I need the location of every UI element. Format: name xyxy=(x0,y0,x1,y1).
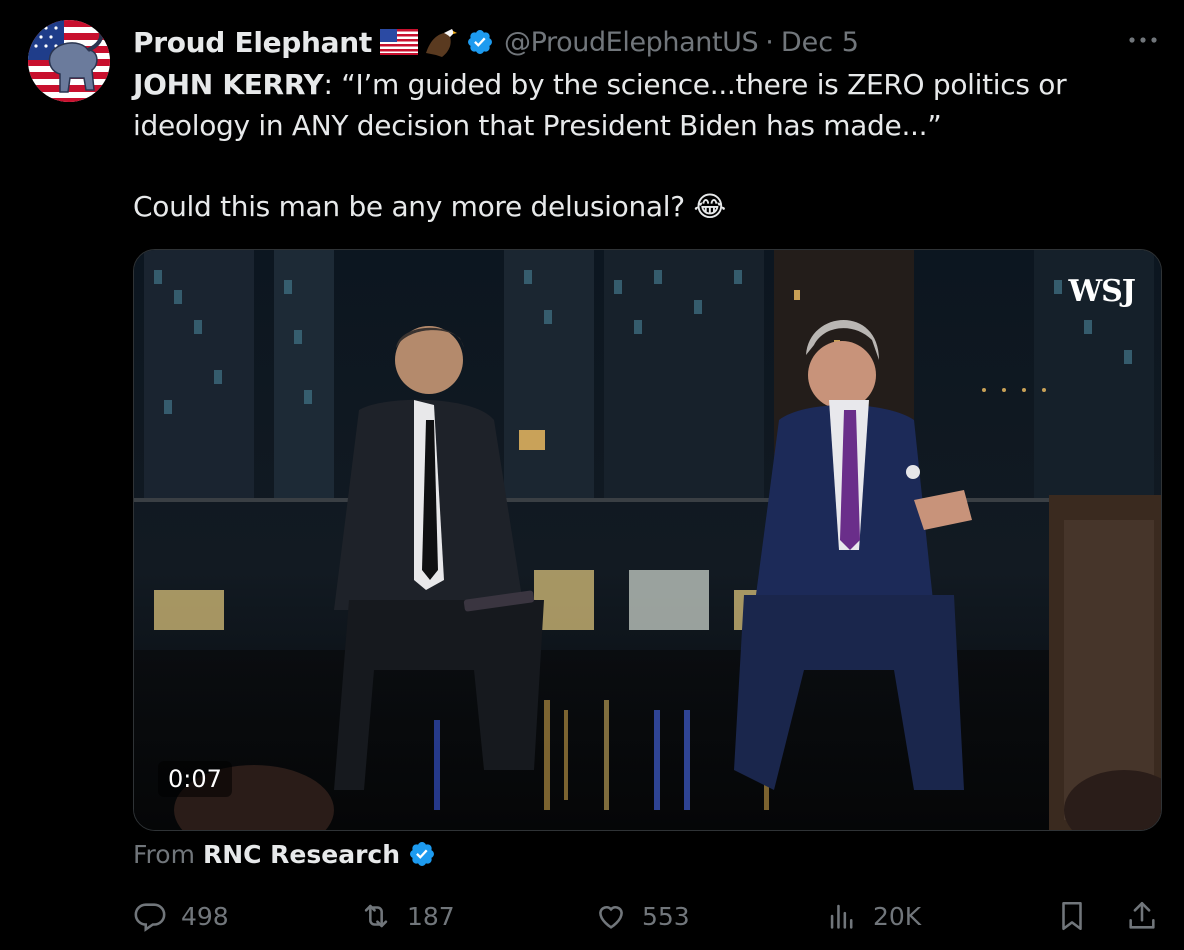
laughing-emoji: 😂 xyxy=(693,190,726,223)
views-count: 20K xyxy=(873,901,922,931)
share-button[interactable] xyxy=(1125,893,1159,939)
video-attribution: From RNC Research xyxy=(133,836,436,872)
us-flag-icon xyxy=(380,29,418,55)
tweet-comment-paragraph: Could this man be any more delusional? 😂 xyxy=(133,186,1133,227)
bookmark-icon xyxy=(1062,901,1082,931)
like-button[interactable]: 553 xyxy=(594,893,690,939)
tweet-text: JOHN KERRY: “I’m guided by the science..… xyxy=(133,64,1133,227)
tweet-header: Proud Elephant @ProudElephantUS · Dec 5 xyxy=(133,22,859,62)
reply-button[interactable]: 498 xyxy=(133,893,229,939)
reply-icon xyxy=(134,903,166,932)
reply-count: 498 xyxy=(181,901,229,931)
tweet-comment: Could this man be any more delusional? xyxy=(133,190,694,223)
repost-count: 187 xyxy=(407,901,455,931)
bookmark-button[interactable] xyxy=(1055,893,1089,939)
share-icon xyxy=(1129,901,1155,929)
tweet-actions: 498 187 553 20K xyxy=(133,893,1163,939)
author-name[interactable]: Proud Elephant xyxy=(133,26,372,59)
attribution-source-link[interactable]: RNC Research xyxy=(203,840,400,869)
attribution-label: From xyxy=(133,839,195,869)
heart-icon xyxy=(599,906,623,929)
wsj-watermark: WSJ xyxy=(1068,274,1136,309)
video-duration: 0:07 xyxy=(158,761,232,797)
author-avatar[interactable] xyxy=(28,20,110,102)
verified-badge-icon xyxy=(468,30,492,54)
tweet-date[interactable]: Dec 5 xyxy=(781,27,859,58)
more-options-icon[interactable] xyxy=(1126,30,1160,50)
video-player[interactable]: WSJ 0:07 xyxy=(133,249,1162,831)
author-emojis xyxy=(380,25,458,59)
views-button[interactable]: 20K xyxy=(825,893,921,939)
repost-icon xyxy=(364,904,388,928)
video-frame xyxy=(134,250,1161,830)
views-bar-chart-icon xyxy=(830,904,853,929)
repost-button[interactable]: 187 xyxy=(359,893,455,939)
verified-badge-icon xyxy=(410,842,435,866)
tweet-speaker: JOHN KERRY xyxy=(133,68,324,101)
author-handle[interactable]: @ProudElephantUS xyxy=(504,27,759,58)
like-count: 553 xyxy=(642,901,690,931)
eagle-icon xyxy=(426,29,457,57)
tweet-quote-paragraph: JOHN KERRY: “I’m guided by the science..… xyxy=(133,64,1133,146)
separator-dot: · xyxy=(765,26,774,58)
